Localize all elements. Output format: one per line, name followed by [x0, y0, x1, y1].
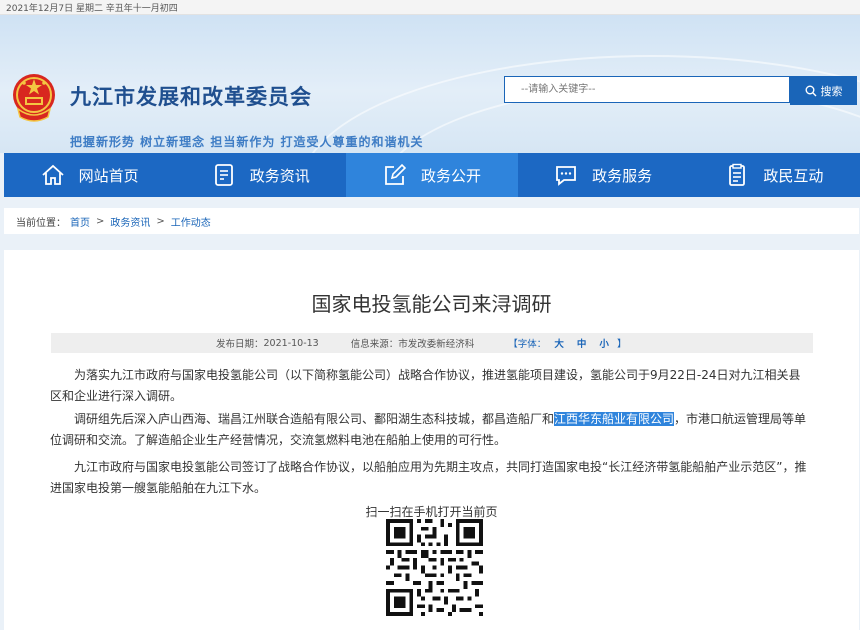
nav-item-label: 政务资讯 — [249, 166, 310, 185]
font-size-close: 】 — [616, 339, 627, 350]
search-button-label: 搜索 — [820, 84, 843, 98]
breadcrumb: 当前位置： 首页 > 政务资讯 > 工作动态 — [4, 208, 859, 234]
paragraph-text: 调研组先后深入庐山西海、瑞昌江州联合造船有限公司、鄱阳湖生态科技城，都昌造船厂和 — [74, 412, 555, 426]
font-size-switcher: 【字体： 大 中 小 】 — [508, 336, 626, 350]
nav-item-services[interactable]: 政务服务 — [518, 153, 689, 197]
breadcrumb-link-work-updates[interactable]: 工作动态 — [171, 214, 211, 229]
qr-code-icon — [386, 519, 483, 616]
nav-item-public-affairs[interactable]: 政务公开 — [346, 153, 518, 197]
clipboard-icon — [729, 163, 746, 186]
site-header: 九江市发展和改革委员会 把握新形势 树立新理念 担当新作为 打造受人尊重的和谐机… — [0, 15, 860, 153]
article-meta: 发布日期： 2021-10-13 信息来源： 市发改委新经济科 【字体： 大 中… — [51, 333, 813, 353]
nav-item-home[interactable]: 网站首页 — [4, 153, 175, 197]
font-size-label: 【字体： — [508, 339, 547, 350]
font-size-small-link[interactable]: 小 — [599, 339, 609, 350]
search-button[interactable]: 搜索 — [790, 76, 857, 105]
article-title: 国家电投氢能公司来浔调研 — [311, 292, 552, 316]
site-slogan: 把握新形势 树立新理念 担当新作为 打造受人尊重的和谐机关 — [70, 135, 424, 149]
selected-text-highlight: 江西华东船业有限公司 — [554, 412, 675, 426]
chat-icon — [556, 166, 577, 186]
font-size-medium-link[interactable]: 中 — [577, 339, 587, 350]
breadcrumb-link-news[interactable]: 政务资讯 — [110, 214, 150, 229]
nav-item-news[interactable]: 政务资讯 — [175, 153, 346, 197]
nav-item-label: 政务公开 — [420, 166, 481, 185]
breadcrumb-separator: > — [156, 215, 165, 227]
article-paragraph: 为落实九江市政府与国家电投氢能公司（以下简称氢能公司）战略合作协议，推进氢能项目… — [50, 368, 801, 403]
date-bar: 2021年12月7日 星期二 辛丑年十一月初四 — [0, 0, 860, 15]
date-text: 2021年12月7日 星期二 辛丑年十一月初四 — [6, 4, 178, 14]
source-value: 市发改委新经济科 — [398, 339, 475, 350]
search-input[interactable] — [504, 76, 790, 103]
site-title: 九江市发展和改革委员会 — [70, 85, 312, 109]
qr-caption: 扫一扫在手机打开当前页 — [365, 505, 498, 519]
breadcrumb-separator: > — [96, 215, 105, 227]
main-nav: 网站首页 政务资讯 政务公开 政务服务 政民互动 — [4, 153, 860, 197]
search-bar: 搜索 — [504, 76, 857, 105]
breadcrumb-label: 当前位置： — [16, 217, 66, 229]
national-emblem-icon — [13, 74, 55, 122]
nav-item-interaction[interactable]: 政民互动 — [689, 153, 860, 197]
search-icon — [805, 85, 816, 96]
edit-icon — [385, 163, 407, 185]
nav-item-label: 网站首页 — [78, 166, 139, 185]
article-paragraph: 九江市政府与国家电投氢能公司签订了战略合作协议，以船舶应用为先期主攻点，共同打造… — [50, 460, 807, 495]
document-list-icon — [214, 164, 233, 186]
home-icon — [41, 164, 64, 185]
font-size-large-link[interactable]: 大 — [554, 339, 564, 350]
publish-date-label: 发布日期： — [216, 339, 264, 350]
nav-item-label: 政务服务 — [592, 166, 653, 185]
article-paragraph: 调研组先后深入庐山西海、瑞昌江州联合造船有限公司、鄱阳湖生态科技城，都昌造船厂和… — [50, 409, 812, 451]
publish-date: 2021-10-13 — [263, 337, 319, 349]
source-label: 信息来源： — [350, 339, 399, 350]
nav-item-label: 政民互动 — [763, 166, 824, 185]
article-panel: 国家电投氢能公司来浔调研 发布日期： 2021-10-13 信息来源： 市发改委… — [4, 250, 859, 630]
breadcrumb-link-home[interactable]: 首页 — [70, 214, 90, 229]
